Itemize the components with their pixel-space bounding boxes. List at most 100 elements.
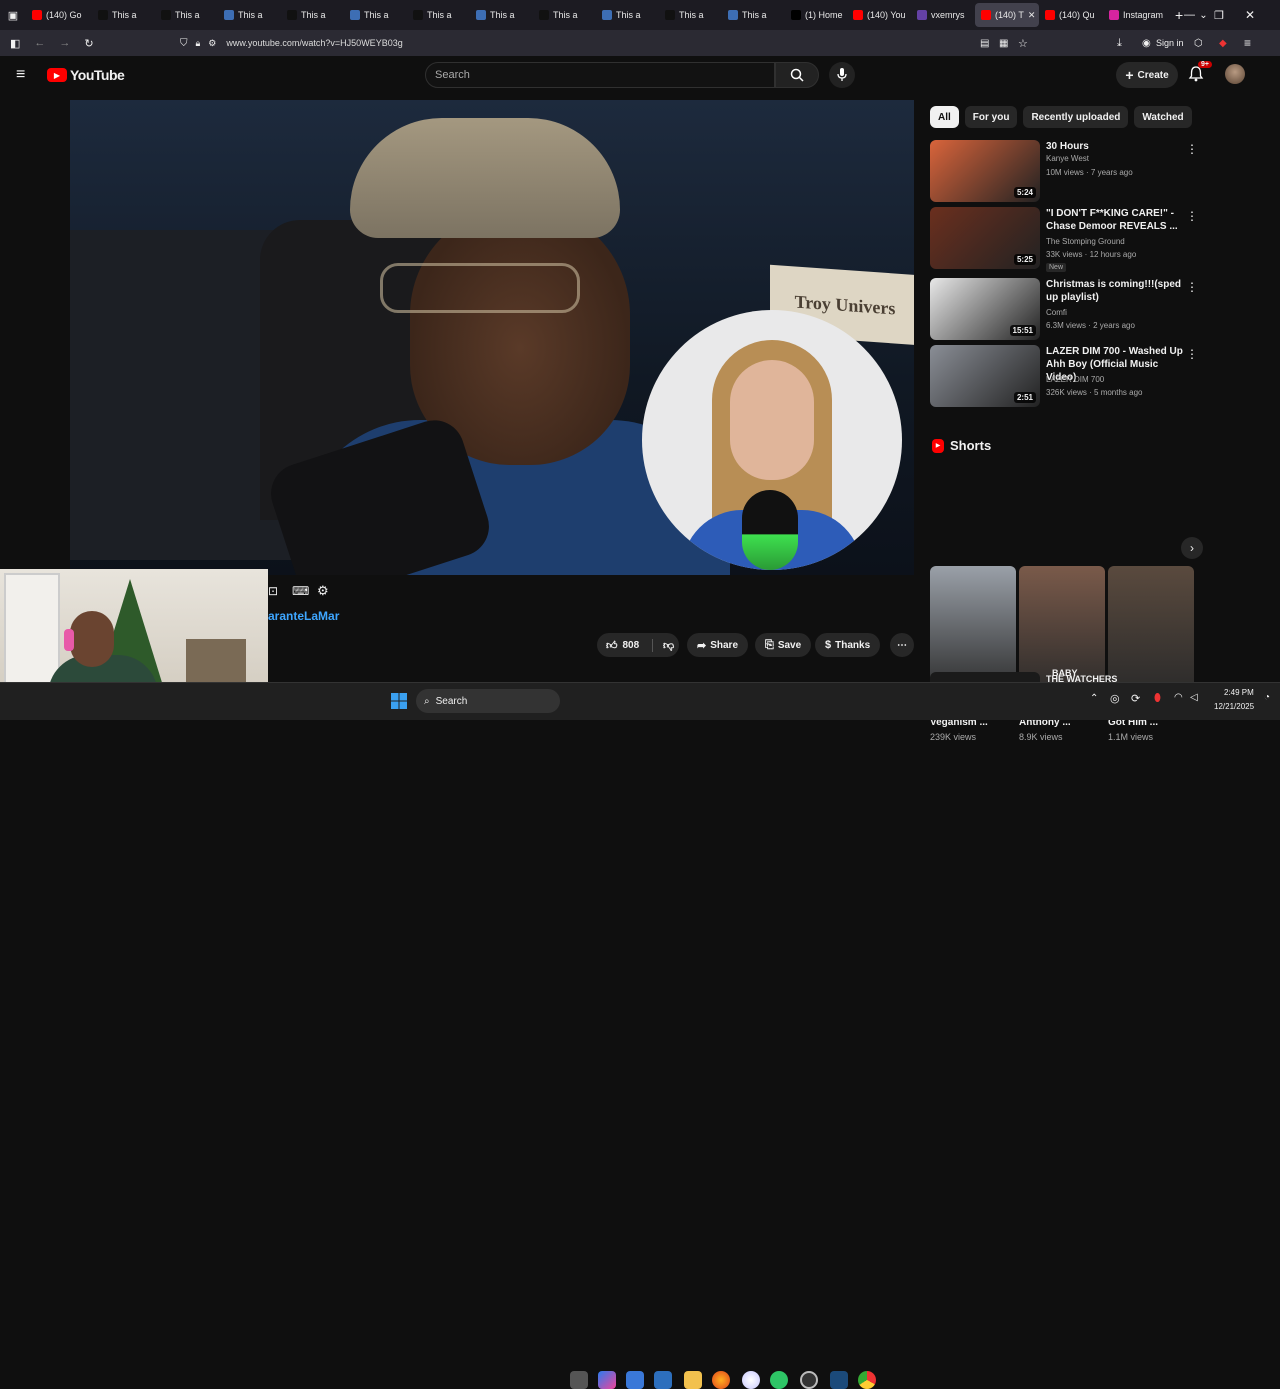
video-channel[interactable]: Comfi [1046,308,1067,317]
browser-tab[interactable]: This a [218,0,281,30]
shield-icon[interactable]: ⛉ [180,38,188,49]
avatar[interactable] [1225,64,1245,84]
video-card[interactable]: 15:51 Christmas is coming!!!(sped up play… [930,278,1200,344]
browser-tab[interactable]: (140) Go [26,0,92,30]
lock-icon[interactable]: 🔒︎ [196,38,201,49]
hamburger-menu-icon[interactable]: ≡ [16,66,25,84]
browser-tab[interactable]: Instagram [1103,0,1167,30]
tab-list-icon[interactable]: ▣ [0,9,26,22]
settings-icon[interactable]: ⚙ [317,583,329,599]
download-icon[interactable]: ⤓ [1117,37,1122,50]
url-text[interactable]: www.youtube.com/watch?v=HJ50WEYB03g [226,38,402,48]
video-channel[interactable]: The Stomping Ground [1046,237,1125,246]
more-vertical-icon[interactable]: ⋮ [1186,209,1198,223]
new-tab-button[interactable]: + [1175,7,1183,23]
thanks-button[interactable]: $ Thanks [815,633,881,657]
file-explorer-icon[interactable] [684,1371,702,1389]
browser-tab[interactable]: This a [281,0,344,30]
video-title[interactable]: 30 Hours [1046,140,1186,153]
video-card[interactable]: 2:51 LAZER DIM 700 - Washed Up Ahh Boy (O… [930,345,1200,411]
search-box[interactable]: Search [425,62,775,88]
copilot-icon[interactable] [598,1371,616,1389]
save-button[interactable]: ⎘ Save [755,633,812,657]
browser-tab[interactable]: (140) T ✕ [975,3,1039,27]
video-channel[interactable]: Kanye West [1046,154,1089,163]
channel-name[interactable]: aranteLaMar [268,609,339,623]
taskbar-time[interactable]: 2:49 PM [1224,688,1254,697]
store-icon[interactable] [626,1371,644,1389]
browser-tab[interactable]: This a [722,0,785,30]
tray-app-icon[interactable]: ◎ [1110,692,1120,705]
obs-icon[interactable] [800,1371,818,1389]
browser-tab[interactable]: (140) You [847,0,911,30]
firefox-icon[interactable] [712,1371,730,1389]
search-input[interactable]: Search [435,69,470,81]
extension-badge-icon[interactable]: ◆ [1219,38,1227,49]
video-thumbnail[interactable]: 15:51 [930,278,1040,340]
browser-tab[interactable]: (1) Home [785,0,847,30]
tray-sync-icon[interactable]: ⟳ [1131,692,1140,705]
tab-close-icon[interactable]: ✕ [1028,10,1036,21]
picture-icon[interactable]: ▦ [999,38,1008,49]
taskbar-date[interactable]: 12/21/2025 [1214,702,1254,711]
address-bar[interactable]: ⛉ 🔒︎ ⚙ www.youtube.com/watch?v=HJ50WEYB0… [172,33,1042,53]
browser-tab[interactable]: (140) Qu [1039,0,1103,30]
browser-tab[interactable]: This a [470,0,533,30]
chrome-icon[interactable] [858,1371,876,1389]
shorts-next-button[interactable]: › [1181,537,1203,559]
forward-icon[interactable]: → [59,37,70,49]
back-icon[interactable]: ← [34,37,45,49]
browser-tab[interactable]: This a [533,0,596,30]
steam-icon[interactable] [830,1371,848,1389]
extensions-icon[interactable]: ⬡ [1194,38,1203,49]
search-button[interactable] [775,62,819,88]
dislike-button[interactable]: 👎︎ [657,639,674,652]
taskbar-search[interactable]: ⌕ Search [416,689,560,713]
more-actions-button[interactable]: ⋯ [890,633,914,657]
notifications-button[interactable]: 9+ [1188,61,1212,86]
filter-chip[interactable]: Recently uploaded [1023,106,1129,128]
video-channel[interactable]: LAZER DIM 700 [1046,375,1104,384]
browser-tab[interactable]: This a [344,0,407,30]
maximize-icon[interactable]: ❐ [1214,9,1224,22]
tray-overflow-icon[interactable]: ⌃ [1090,693,1098,704]
windows-start-icon[interactable] [391,693,407,709]
sign-in-link[interactable]: Sign in [1156,38,1184,48]
close-window-icon[interactable]: ✕ [1245,8,1255,22]
more-vertical-icon[interactable]: ⋮ [1186,142,1198,156]
screenshot-icon[interactable]: ⊡ [268,584,278,598]
more-vertical-icon[interactable]: ⋮ [1186,280,1198,294]
browser-tab[interactable]: This a [659,0,722,30]
itunes-icon[interactable] [742,1371,760,1389]
video-card[interactable]: 5:25 "I DON'T F**KING CARE!" - Chase Demo… [930,207,1200,273]
video-card[interactable]: 5:24 30 Hours Kanye West 10M views · 7 year… [930,140,1200,206]
video-player[interactable]: Troy Univers [70,100,914,575]
browser-tab[interactable]: This a [155,0,218,30]
tab-overflow-icon[interactable]: ⌄ [1199,10,1207,21]
browser-tab[interactable]: vxemrys [911,0,975,30]
notifications-tray-icon[interactable]: ◔ [1264,692,1270,703]
browser-tab[interactable]: This a [92,0,155,30]
keyboard-icon[interactable]: ⌨ [292,584,309,598]
tray-app2-icon[interactable]: ⬮ [1154,692,1161,705]
voice-search-button[interactable] [829,62,855,88]
filter-chip[interactable]: All [930,106,959,128]
browser-tab[interactable]: This a [407,0,470,30]
account-icon[interactable]: ◉ [1142,38,1151,49]
video-title[interactable]: "I DON'T F**KING CARE!" - Chase Demoor R… [1046,207,1186,233]
permissions-icon[interactable]: ⚙ [208,38,216,49]
tray-wifi-icon[interactable]: ◠ [1174,692,1183,703]
reload-icon[interactable]: ↻ [84,37,93,50]
vscode-icon[interactable] [654,1371,672,1389]
tray-volume-icon[interactable]: ◁ [1190,692,1198,703]
filter-chip[interactable]: For you [964,106,1018,128]
create-button[interactable]: + Create [1116,62,1178,88]
task-view-icon[interactable] [570,1371,588,1389]
whatsapp-icon[interactable] [770,1371,788,1389]
reader-view-icon[interactable]: ▤ [980,38,989,49]
bookmark-star-icon[interactable]: ☆ [1018,37,1028,50]
menu-icon[interactable]: ≡ [1244,36,1251,50]
filter-chip[interactable]: Watched [1134,106,1192,128]
share-button[interactable]: ➦ Share [687,633,749,657]
browser-tab[interactable]: This a [596,0,659,30]
